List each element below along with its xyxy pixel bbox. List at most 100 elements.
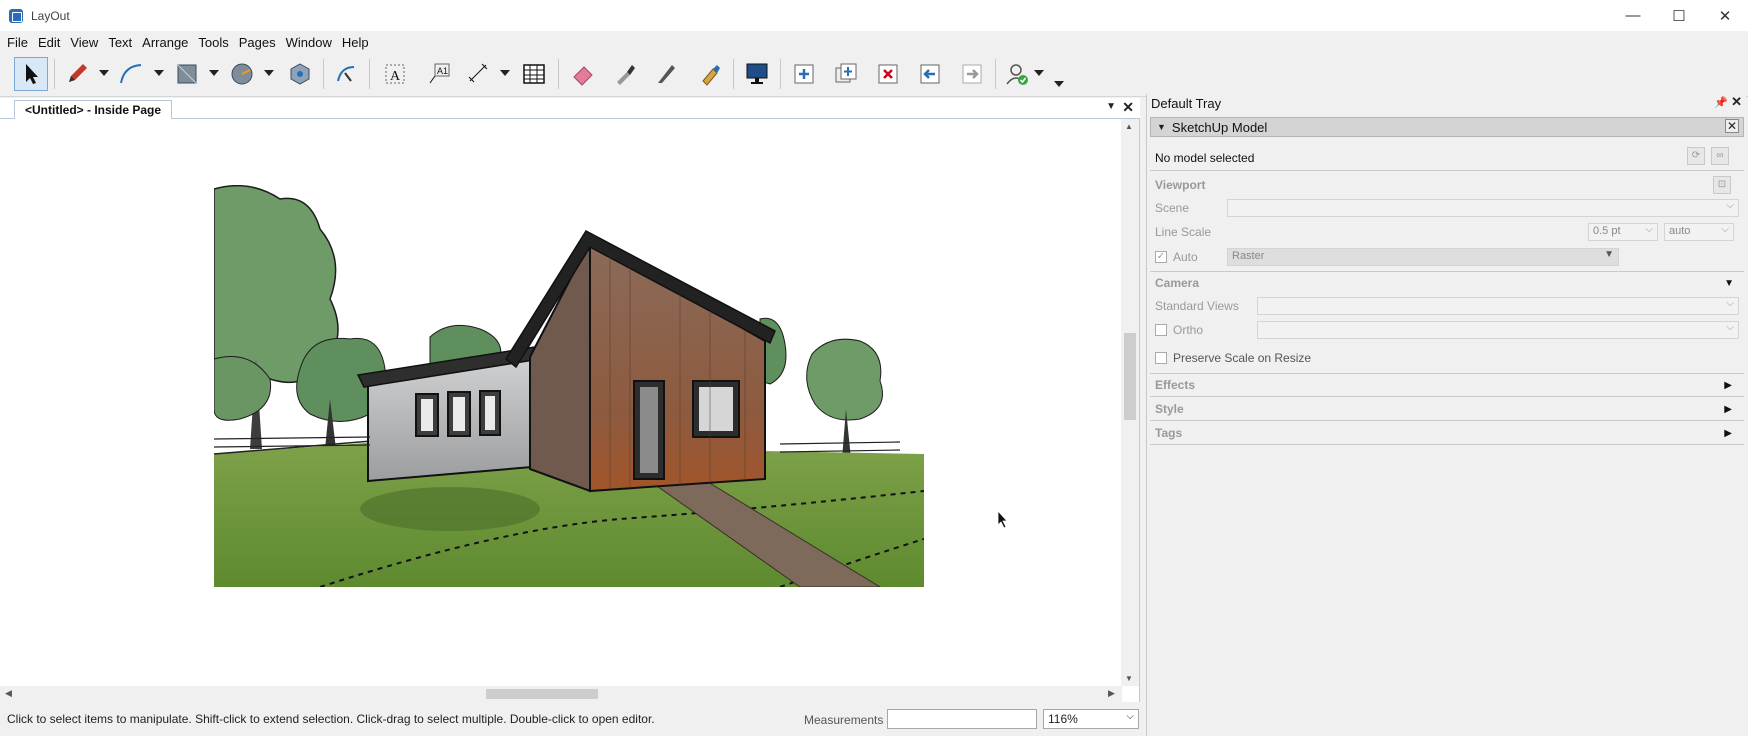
split-tool-button[interactable] <box>650 57 684 91</box>
line-scale-mode-select[interactable]: auto ⌵ <box>1664 223 1734 241</box>
render-mode-value: Raster <box>1232 250 1265 262</box>
sketchup-model-panel-header[interactable]: ▼ SketchUp Model ✕ <box>1150 117 1744 137</box>
select-tool-button[interactable] <box>14 57 48 91</box>
arc-tool-dropdown[interactable] <box>154 70 164 76</box>
close-tray-icon[interactable]: ✕ <box>1731 94 1742 110</box>
circle-tool-button[interactable] <box>225 57 259 91</box>
tray-title: Default Tray <box>1151 96 1222 111</box>
tab-list-icon[interactable]: ▼ <box>1106 101 1116 112</box>
document-tab-strip: <Untitled> - Inside Page ▼ ✕ <box>0 98 1140 119</box>
pin-icon[interactable]: 📌 <box>1714 96 1728 109</box>
link-model-button[interactable]: ∞ <box>1711 147 1729 165</box>
table-tool-button[interactable] <box>517 57 551 91</box>
dimension-tool-button[interactable] <box>462 57 496 91</box>
scroll-right-icon[interactable]: ▶ <box>1108 688 1115 699</box>
toolbar-overflow-dropdown[interactable] <box>1054 81 1064 87</box>
standard-views-select[interactable]: ⌵ <box>1257 297 1739 315</box>
lock-viewport-button[interactable]: ⊡ <box>1713 176 1731 194</box>
render-mode-select[interactable]: Raster ▼ <box>1227 248 1619 266</box>
rectangle-tool-button[interactable] <box>170 57 204 91</box>
dimension-icon <box>468 63 488 83</box>
line-scale-select[interactable]: 0.5 pt ⌵ <box>1588 223 1658 241</box>
sketchup-model-viewport[interactable] <box>0 119 1122 686</box>
vertical-scrollbar[interactable]: ▲ ▼ <box>1121 119 1139 686</box>
menu-edit[interactable]: Edit <box>33 35 65 50</box>
close-tab-icon[interactable]: ✕ <box>1122 99 1134 116</box>
minimize-button[interactable]: — <box>1610 0 1656 31</box>
maximize-button[interactable]: ☐ <box>1656 0 1702 31</box>
menu-help[interactable]: Help <box>337 35 374 50</box>
camera-collapse-icon[interactable]: ▼ <box>1724 278 1734 289</box>
menu-pages[interactable]: Pages <box>234 35 281 50</box>
ortho-scale-select[interactable]: ⌵ <box>1257 321 1739 339</box>
model-status: No model selected <box>1155 151 1255 165</box>
panel-title: SketchUp Model <box>1171 119 1268 135</box>
eyedropper-icon <box>617 65 635 85</box>
next-page-button[interactable] <box>955 57 989 91</box>
page-canvas[interactable] <box>0 119 1122 686</box>
add-page-button[interactable] <box>787 57 821 91</box>
account-dropdown[interactable] <box>1034 70 1044 76</box>
previous-page-button[interactable] <box>913 57 947 91</box>
scene-select[interactable]: ⌵ <box>1227 199 1739 217</box>
circle-tool-dropdown[interactable] <box>264 70 274 76</box>
delete-page-button[interactable] <box>871 57 905 91</box>
circle-icon <box>231 63 253 85</box>
expand-style-icon[interactable]: ▶ <box>1724 404 1732 415</box>
line-tool-dropdown[interactable] <box>99 70 109 76</box>
close-window-button[interactable]: ✕ <box>1702 0 1748 31</box>
arc-tool-button[interactable] <box>114 57 148 91</box>
chevron-down-icon: ⌵ <box>1726 322 1734 333</box>
account-button[interactable] <box>1000 57 1034 91</box>
effects-heading[interactable]: Effects <box>1155 378 1195 392</box>
offset-tool-button[interactable] <box>329 57 363 91</box>
chevron-down-icon: ⌵ <box>1726 200 1734 211</box>
dimension-tool-dropdown[interactable] <box>500 70 510 76</box>
auto-checkbox[interactable]: ✓ <box>1155 251 1167 263</box>
text-tool-button[interactable]: A <box>378 57 412 91</box>
horizontal-scroll-thumb[interactable] <box>486 689 598 699</box>
rectangle-tool-dropdown[interactable] <box>209 70 219 76</box>
chevron-down-icon: ⌵ <box>1721 224 1729 235</box>
svg-text:A1: A1 <box>437 66 448 76</box>
refresh-model-button[interactable]: ⟳ <box>1687 147 1705 165</box>
presentation-button[interactable] <box>740 57 774 91</box>
default-tray: Default Tray 📌 ✕ ▼ SketchUp Model ✕ No m… <box>1146 94 1746 736</box>
menu-arrange[interactable]: Arrange <box>137 35 193 50</box>
ortho-checkbox[interactable] <box>1155 324 1167 336</box>
style-tool-button[interactable] <box>608 57 642 91</box>
measurements-input[interactable] <box>887 709 1037 729</box>
scroll-up-icon[interactable]: ▲ <box>1125 122 1133 131</box>
rectangle-icon <box>177 64 197 84</box>
eraser-tool-button[interactable] <box>566 57 600 91</box>
menu-window[interactable]: Window <box>281 35 337 50</box>
join-tool-button[interactable] <box>693 57 727 91</box>
zoom-select[interactable]: 116% ⌵ <box>1043 709 1139 729</box>
scroll-down-icon[interactable]: ▼ <box>1125 674 1133 683</box>
close-panel-icon[interactable]: ✕ <box>1725 119 1739 133</box>
line-tool-button[interactable] <box>60 57 94 91</box>
menu-view[interactable]: View <box>65 35 103 50</box>
expand-effects-icon[interactable]: ▶ <box>1724 380 1732 391</box>
monitor-icon <box>746 63 768 84</box>
duplicate-page-button[interactable] <box>829 57 863 91</box>
polygon-tool-button[interactable] <box>283 57 317 91</box>
dropdown-triangle-icon: ▼ <box>1604 249 1614 260</box>
scroll-left-icon[interactable]: ◀ <box>5 688 12 699</box>
vertical-scroll-thumb[interactable] <box>1124 333 1136 420</box>
menu-text[interactable]: Text <box>103 35 137 50</box>
main-toolbar: A A1 <box>0 53 1748 97</box>
chevron-down-icon: ⌵ <box>1126 711 1134 722</box>
polygon-icon <box>290 63 310 85</box>
expand-tags-icon[interactable]: ▶ <box>1724 428 1732 439</box>
horizontal-scrollbar[interactable]: ◀ ▶ <box>0 686 1122 702</box>
menu-file[interactable]: File <box>2 35 33 50</box>
menu-tools[interactable]: Tools <box>193 35 233 50</box>
tab-untitled-inside-page[interactable]: <Untitled> - Inside Page <box>14 100 173 119</box>
style-heading[interactable]: Style <box>1155 402 1184 416</box>
tags-heading[interactable]: Tags <box>1155 426 1182 440</box>
title-bar: LayOut — ☐ ✕ <box>0 0 1748 31</box>
preserve-scale-checkbox[interactable] <box>1155 352 1167 364</box>
label-tool-button[interactable]: A1 <box>422 57 456 91</box>
user-account-icon <box>1006 64 1028 85</box>
